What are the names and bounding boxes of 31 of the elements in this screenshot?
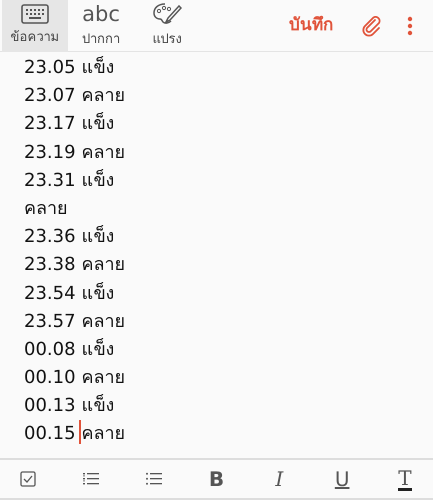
underline-button[interactable]: U	[322, 461, 362, 497]
numbered-list-icon	[82, 472, 99, 486]
text-line: 23.17 แข็ง	[24, 113, 114, 134]
palette-icon	[152, 2, 182, 26]
text-line: 00.15	[24, 423, 76, 444]
text-line: 23.31 แข็ง	[24, 170, 114, 191]
text-line: 00.13 แข็ง	[24, 395, 114, 416]
text-line: 00.08 แข็ง	[24, 338, 114, 360]
textcolor-button[interactable]: T	[384, 461, 425, 497]
save-button[interactable]: บันทึก	[281, 12, 341, 38]
mode-tab[interactable]: ข้อความ	[2, 0, 68, 52]
text-line: 23.57 คลาย	[24, 310, 126, 332]
text-line: 23.36 แข็ง	[24, 226, 114, 248]
mode-tab[interactable]: abc ปากกา	[68, 0, 134, 52]
text-line: 23.38 คลาย	[24, 254, 126, 276]
checkbox-icon	[20, 471, 36, 487]
more-icon	[407, 16, 413, 36]
bullet-list-icon	[146, 472, 162, 486]
text-line: 23.05 แข็ง	[24, 57, 114, 78]
abc-glyph: abc	[82, 2, 120, 26]
text-line: 23.07 คลาย	[24, 85, 126, 106]
text-line: 00.10 คลาย	[24, 367, 126, 388]
keyboard-icon	[21, 4, 49, 24]
mode-tab[interactable]: แปรง	[134, 0, 200, 52]
text-line: 23.54 แข็ง	[24, 282, 114, 304]
text-line: 23.19 คลาย	[24, 142, 126, 163]
text-line: คลาย	[82, 423, 126, 444]
italic-button[interactable]: I	[259, 461, 300, 497]
paperclip-icon	[361, 15, 383, 38]
text-line: คลาย	[24, 198, 68, 219]
bold-button[interactable]: B	[196, 461, 236, 497]
